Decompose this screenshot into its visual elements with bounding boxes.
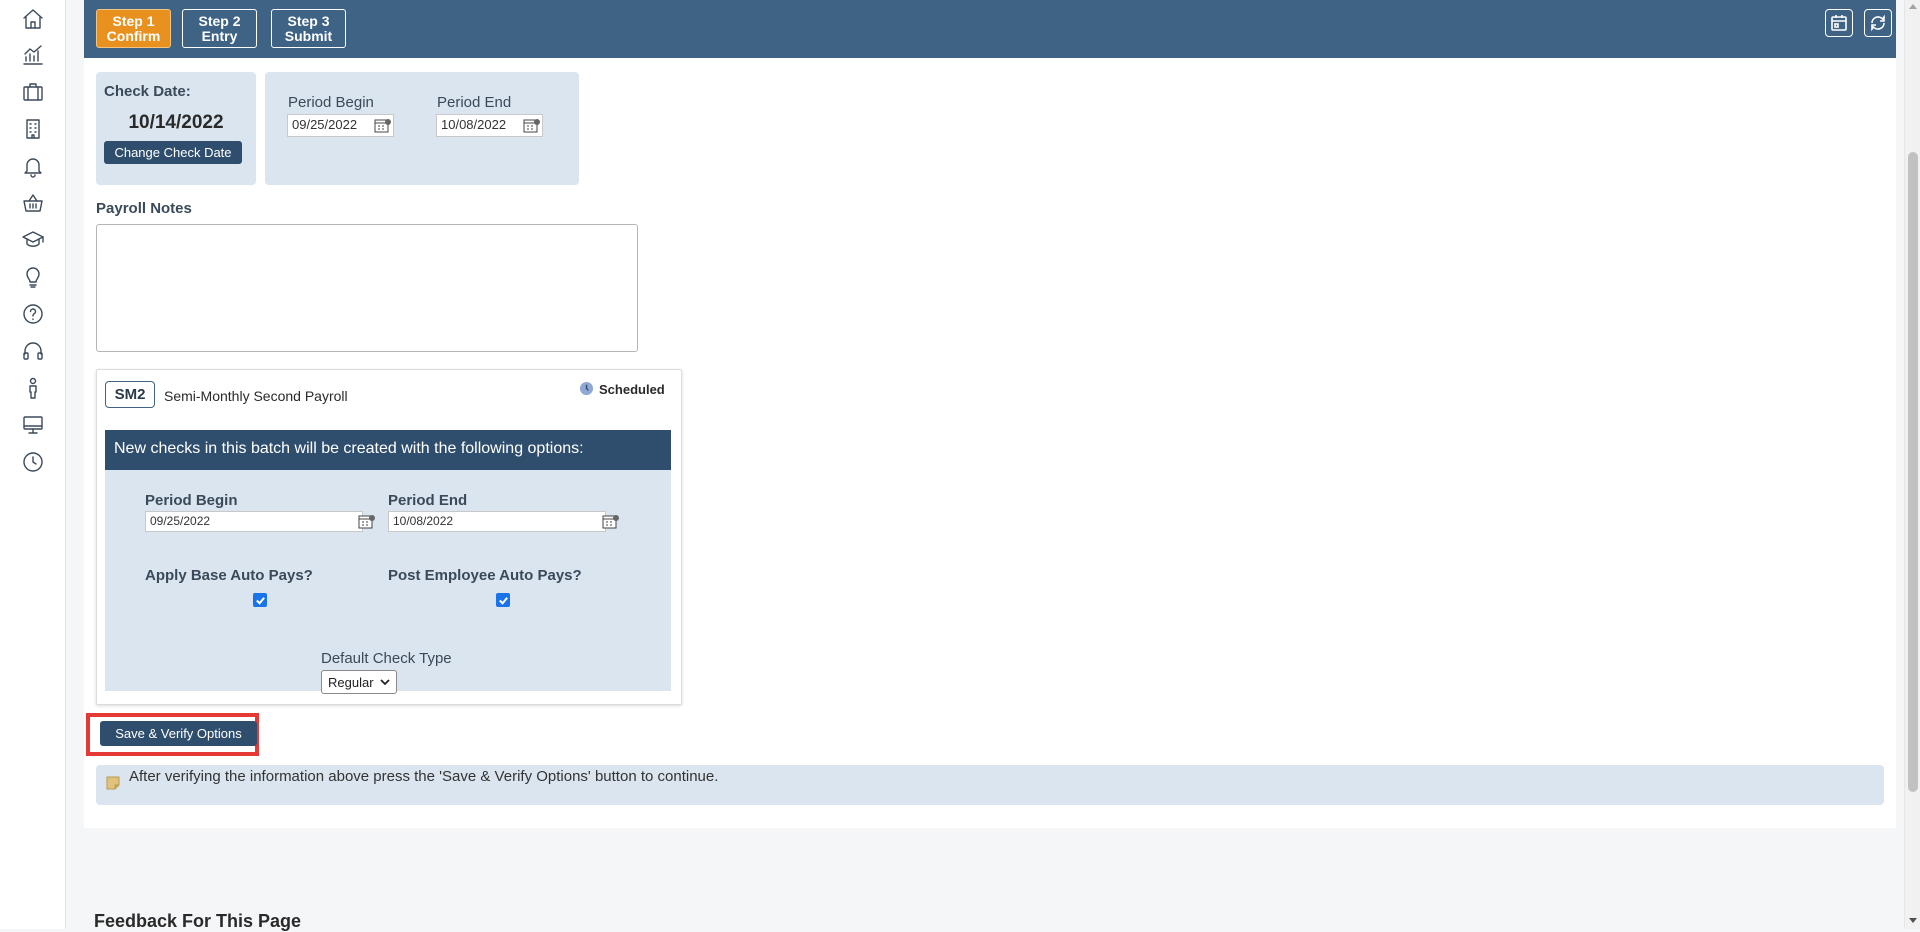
period-end-label: Period End bbox=[437, 94, 512, 111]
calendar-icon[interactable] bbox=[523, 118, 541, 134]
step-3-sublabel: Submit bbox=[284, 27, 333, 44]
save-verify-options-button[interactable]: Save & Verify Options bbox=[100, 721, 257, 746]
scroll-down-icon[interactable] bbox=[1909, 918, 1917, 924]
headset-icon[interactable] bbox=[19, 337, 47, 365]
step-confirm-tab[interactable]: Step 1 Confirm bbox=[96, 9, 171, 48]
step-2-sublabel: Entry bbox=[201, 27, 238, 44]
monitor-icon[interactable] bbox=[19, 411, 47, 439]
building-icon[interactable] bbox=[19, 115, 47, 143]
batch-period-begin-label: Period Begin bbox=[145, 492, 238, 509]
step-1-sublabel: Confirm bbox=[106, 27, 161, 44]
lightbulb-icon[interactable] bbox=[19, 263, 47, 291]
batch-name: Semi-Monthly Second Payroll bbox=[164, 388, 348, 404]
check-type-selected-value: Regular bbox=[328, 674, 374, 690]
clock-icon bbox=[579, 381, 594, 396]
calendar-button[interactable] bbox=[1825, 9, 1853, 37]
batch-code-badge: SM2 bbox=[105, 381, 155, 408]
info-message: After verifying the information above pr… bbox=[96, 765, 1884, 805]
help-icon[interactable] bbox=[19, 300, 47, 328]
step-entry-tab[interactable]: Step 2 Entry bbox=[182, 9, 257, 48]
post-employee-auto-pays-checkbox[interactable] bbox=[496, 593, 510, 607]
person-icon[interactable] bbox=[19, 374, 47, 402]
apply-base-auto-pays-checkbox[interactable] bbox=[253, 593, 267, 607]
batch-period-end-input[interactable]: 10/08/2022 bbox=[388, 511, 606, 532]
check-date-value: 10/14/2022 bbox=[128, 112, 224, 133]
step-1-label: Step 1 bbox=[112, 12, 155, 29]
default-check-type-label: Default Check Type bbox=[321, 650, 452, 667]
change-check-date-button[interactable]: Change Check Date bbox=[104, 141, 242, 164]
calendar-icon[interactable] bbox=[602, 514, 620, 530]
note-icon bbox=[106, 776, 120, 790]
batch-period-end-label: Period End bbox=[388, 492, 468, 509]
batch-card: SM2 Semi-Monthly Second Payroll Schedule… bbox=[96, 369, 682, 705]
main-content: Step 1 Confirm Step 2 Entry Step 3 Submi… bbox=[84, 0, 1896, 828]
payroll-notes-label: Payroll Notes bbox=[96, 200, 192, 217]
basket-icon[interactable] bbox=[19, 189, 47, 217]
payroll-notes-textarea[interactable] bbox=[96, 224, 638, 352]
batch-options-header: New checks in this batch will be created… bbox=[105, 430, 671, 470]
period-panel: Period Begin 09/25/2022 Period End 10/08… bbox=[265, 72, 579, 185]
step-3-label: Step 3 bbox=[287, 12, 330, 29]
calendar-icon[interactable] bbox=[358, 514, 376, 530]
check-date-label: Check Date: bbox=[104, 83, 191, 100]
graduation-cap-icon[interactable] bbox=[19, 226, 47, 254]
calendar-icon bbox=[1831, 15, 1847, 31]
chevron-down-icon bbox=[380, 679, 390, 686]
info-text: After verifying the information above pr… bbox=[129, 768, 719, 785]
sidebar bbox=[0, 0, 66, 929]
home-icon[interactable] bbox=[19, 5, 47, 33]
apply-base-auto-pays-label: Apply Base Auto Pays? bbox=[145, 567, 313, 584]
refresh-icon bbox=[1871, 14, 1885, 32]
wizard-toolbar: Step 1 Confirm Step 2 Entry Step 3 Submi… bbox=[84, 0, 1896, 58]
check-date-panel: Check Date: 10/14/2022 Change Check Date bbox=[96, 72, 256, 185]
post-employee-auto-pays-label: Post Employee Auto Pays? bbox=[388, 567, 582, 584]
step-2-label: Step 2 bbox=[198, 12, 241, 29]
batch-options-body: Period Begin 09/25/2022 Period End 10/08… bbox=[105, 470, 671, 694]
clock-icon[interactable] bbox=[19, 448, 47, 476]
page-scrollbar[interactable] bbox=[1904, 0, 1920, 929]
scrollbar-thumb[interactable] bbox=[1908, 152, 1918, 792]
step-submit-tab[interactable]: Step 3 Submit bbox=[271, 9, 346, 48]
default-check-type-select[interactable]: Regular bbox=[321, 670, 397, 694]
analytics-icon[interactable] bbox=[19, 41, 47, 69]
calendar-icon[interactable] bbox=[374, 118, 392, 134]
batch-period-begin-input[interactable]: 09/25/2022 bbox=[145, 511, 363, 532]
briefcase-icon[interactable] bbox=[19, 78, 47, 106]
status-badge: Scheduled bbox=[599, 382, 665, 397]
bell-icon[interactable] bbox=[19, 152, 47, 180]
refresh-button[interactable] bbox=[1864, 9, 1892, 37]
scroll-up-icon[interactable] bbox=[1909, 3, 1917, 9]
period-begin-label: Period Begin bbox=[288, 94, 374, 111]
